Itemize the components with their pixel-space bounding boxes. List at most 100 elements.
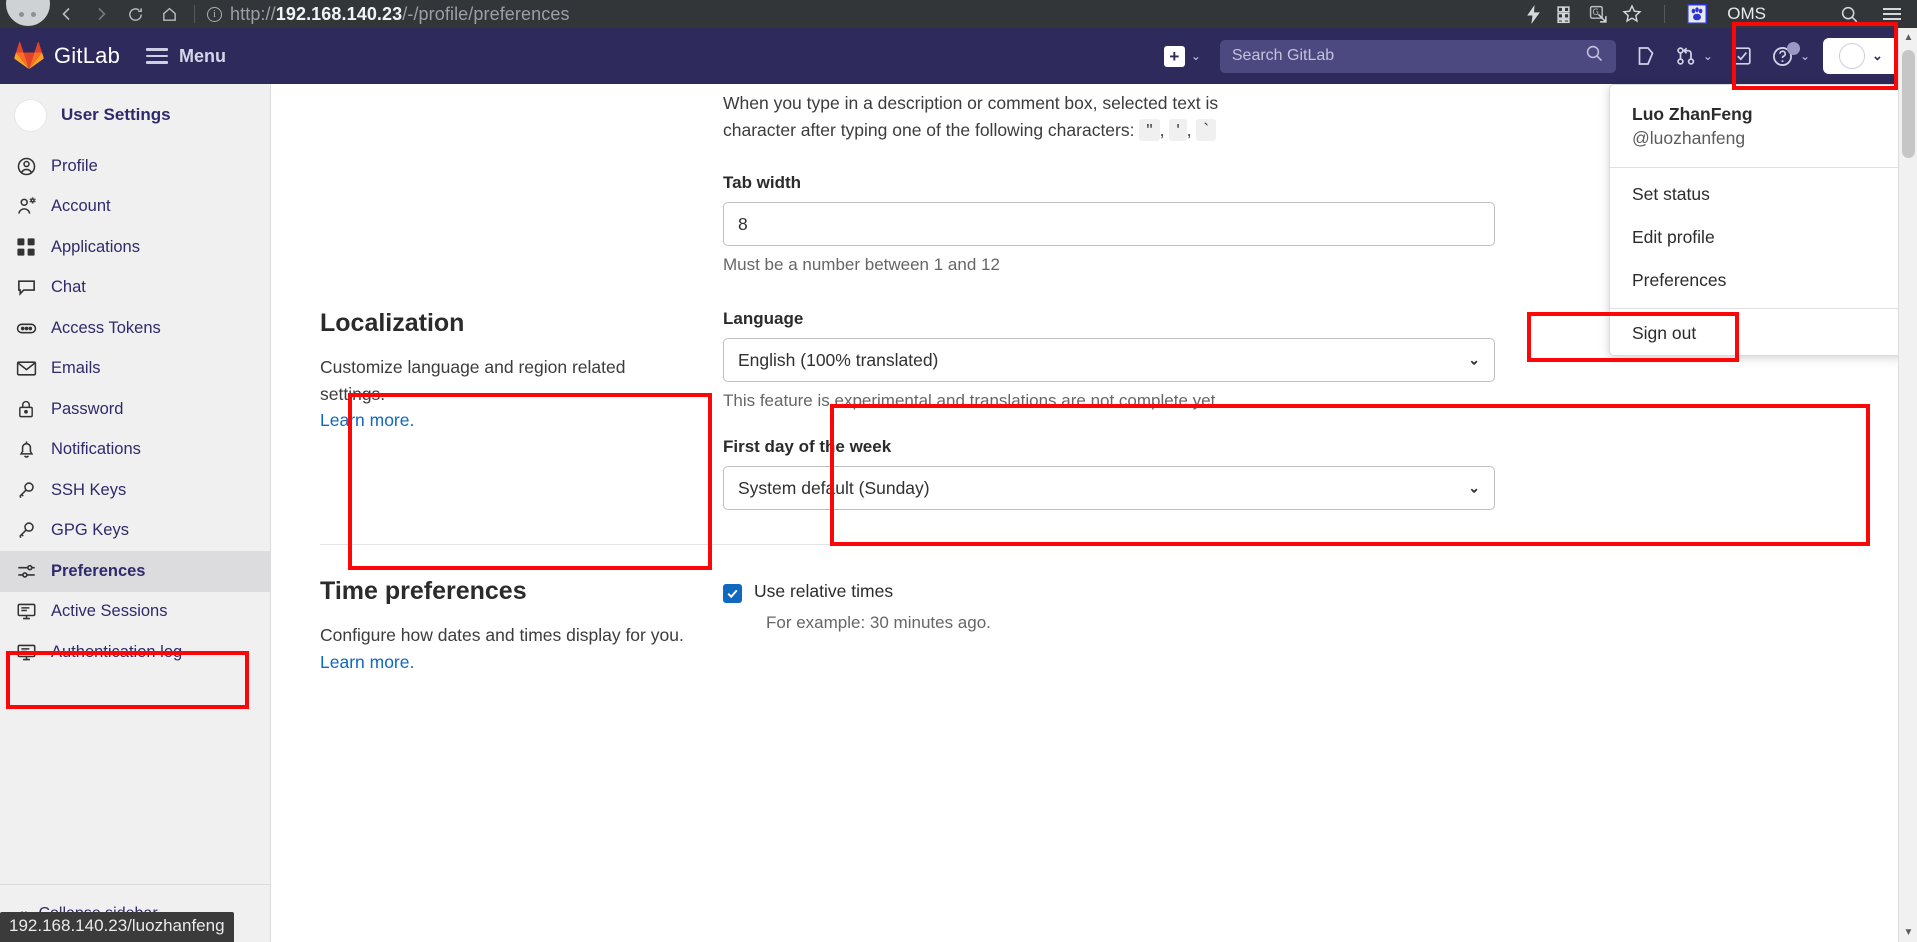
site-info-icon[interactable]: i bbox=[207, 6, 222, 22]
language-value: English (100% translated) bbox=[738, 349, 939, 370]
chat-bubble-icon bbox=[16, 277, 42, 298]
grid-apps-icon[interactable] bbox=[1556, 5, 1575, 24]
chrome-menu-icon[interactable] bbox=[1883, 8, 1901, 20]
lock-icon bbox=[16, 399, 42, 419]
relative-times-label: Use relative times bbox=[754, 581, 894, 602]
dropdown-item-sign-out[interactable]: Sign out bbox=[1610, 309, 1904, 355]
char-chip-backtick: ` bbox=[1196, 118, 1217, 141]
url-text: http://192.168.140.23/-/profile/preferen… bbox=[230, 3, 570, 24]
sidebar-item-label: Preferences bbox=[51, 561, 146, 580]
scroll-down-arrow-icon[interactable]: ▼ bbox=[1899, 923, 1917, 942]
sidebar-item-active-sessions[interactable]: Active Sessions bbox=[0, 592, 270, 633]
language-label: Language bbox=[723, 309, 804, 329]
sidebar-title: User Settings bbox=[61, 105, 171, 124]
char-chip-quote: " bbox=[1139, 118, 1160, 141]
back-arrow-icon[interactable] bbox=[50, 0, 84, 28]
sidebar-item-applications[interactable]: Applications bbox=[0, 227, 270, 268]
issues-icon bbox=[1638, 47, 1654, 65]
behavior-description: When you type in a description or commen… bbox=[723, 93, 1219, 141]
reload-icon[interactable] bbox=[118, 0, 152, 28]
sidebar-item-authentication-log[interactable]: Authentication log bbox=[0, 632, 270, 673]
dropdown-item-preferences[interactable]: Preferences bbox=[1610, 259, 1904, 302]
relative-times-checkbox[interactable] bbox=[723, 584, 742, 604]
sidebar-item-label: Emails bbox=[51, 359, 101, 378]
time-preferences-learn-more-link[interactable]: Learn more. bbox=[320, 652, 414, 672]
bookmark-star-icon[interactable] bbox=[1622, 4, 1642, 24]
search-placeholder: Search GitLab bbox=[1231, 47, 1335, 64]
sidebar-item-label: Password bbox=[51, 399, 124, 418]
envelope-icon bbox=[16, 358, 42, 379]
sidebar-item-account[interactable]: Account bbox=[0, 187, 270, 228]
sidebar-item-ssh-keys[interactable]: SSH Keys bbox=[0, 470, 270, 511]
localization-learn-more-link[interactable]: Learn more. bbox=[320, 410, 414, 430]
char-chip-apostrophe: ' bbox=[1169, 118, 1187, 141]
address-bar[interactable]: i http://192.168.140.23/-/profile/prefer… bbox=[203, 0, 1525, 28]
first-day-select[interactable]: System default (Sunday) ⌄ bbox=[723, 466, 1495, 511]
tab-width-help: Must be a number between 1 and 12 bbox=[723, 255, 1000, 275]
sidebar-item-password[interactable]: Password bbox=[0, 389, 270, 430]
issues-button[interactable] bbox=[1626, 28, 1666, 84]
user-dropdown-menu: Luo ZhanFeng @luozhanfeng Set status Edi… bbox=[1609, 84, 1905, 356]
browser-profile-avatar[interactable] bbox=[6, 0, 50, 26]
chevron-down-icon: ⌄ bbox=[1872, 48, 1883, 63]
dropdown-user-name: Luo ZhanFeng bbox=[1632, 104, 1753, 124]
gitlab-logo-link[interactable]: GitLab bbox=[14, 42, 120, 70]
bookmark-label[interactable]: OMS bbox=[1727, 4, 1766, 24]
language-select[interactable]: English (100% translated) ⌄ bbox=[723, 338, 1495, 383]
avatar bbox=[1839, 43, 1866, 69]
key-icon bbox=[16, 520, 42, 541]
status-bar-tooltip: 192.168.140.23/luozhanfeng bbox=[0, 912, 234, 942]
monitor-log-icon bbox=[16, 642, 42, 663]
dropdown-item-set-status[interactable]: Set status bbox=[1610, 168, 1904, 216]
search-icon bbox=[1585, 44, 1604, 68]
lightning-bolt-icon[interactable] bbox=[1525, 4, 1542, 24]
sidebar-header: User Settings bbox=[0, 84, 270, 146]
sidebar-item-emails[interactable]: Emails bbox=[0, 349, 270, 390]
scrollbar-thumb[interactable] bbox=[1902, 50, 1915, 158]
sidebar-item-preferences[interactable]: Preferences bbox=[0, 551, 270, 592]
user-menu-button[interactable]: ⌄ bbox=[1823, 38, 1899, 74]
bookmark-paw-icon[interactable] bbox=[1687, 4, 1708, 24]
help-button[interactable]: ⌄ bbox=[1762, 28, 1819, 84]
tab-width-input[interactable]: 8 bbox=[723, 202, 1495, 247]
chevron-down-icon: ⌄ bbox=[1468, 351, 1480, 368]
user-circle-icon bbox=[16, 156, 42, 177]
scroll-up-arrow-icon[interactable]: ▲ bbox=[1899, 28, 1917, 47]
todos-button[interactable] bbox=[1722, 28, 1762, 84]
chrome-divider-2 bbox=[1664, 5, 1666, 23]
home-icon[interactable] bbox=[152, 0, 186, 28]
translate-icon[interactable]: G bbox=[1589, 5, 1608, 24]
sidebar-item-profile[interactable]: Profile bbox=[0, 146, 270, 187]
forward-arrow-icon[interactable] bbox=[84, 0, 118, 28]
sidebar-item-label: Chat bbox=[51, 278, 86, 297]
user-settings-sidebar: User Settings Profile Account Applicatio… bbox=[0, 84, 271, 942]
page-scrollbar[interactable]: ▲ ▼ bbox=[1898, 28, 1917, 942]
monitor-icon bbox=[16, 601, 42, 622]
chevron-down-icon: ⌄ bbox=[1799, 49, 1810, 63]
relative-times-row[interactable]: Use relative times bbox=[723, 581, 1495, 604]
sidebar-item-access-tokens[interactable]: Access Tokens bbox=[0, 308, 270, 349]
search-input[interactable]: Search GitLab bbox=[1219, 39, 1616, 73]
chevron-down-icon: ⌄ bbox=[1702, 49, 1713, 63]
sidebar-item-label: Access Tokens bbox=[51, 318, 161, 337]
user-gear-icon bbox=[16, 196, 42, 217]
create-new-button[interactable]: + ⌄ bbox=[1155, 28, 1210, 84]
chrome-toolbar-icons: G OMS bbox=[1525, 4, 1917, 24]
chrome-search-icon[interactable] bbox=[1840, 5, 1859, 24]
first-day-label: First day of the week bbox=[723, 437, 892, 457]
key-icon bbox=[16, 480, 42, 501]
navbar-right-actions: + ⌄ Search GitLab ⌄ ⌄ ⌄ bbox=[1155, 28, 1917, 84]
localization-left: Localization Customize language and regi… bbox=[320, 309, 723, 510]
main-menu-button[interactable]: Menu bbox=[146, 46, 226, 67]
sidebar-item-label: Applications bbox=[51, 237, 140, 256]
sidebar-item-gpg-keys[interactable]: GPG Keys bbox=[0, 511, 270, 552]
sidebar-item-chat[interactable]: Chat bbox=[0, 268, 270, 309]
dropdown-item-edit-profile[interactable]: Edit profile bbox=[1610, 216, 1904, 259]
sidebar-item-notifications[interactable]: Notifications bbox=[0, 430, 270, 471]
main-menu-label: Menu bbox=[179, 45, 227, 66]
hamburger-icon bbox=[146, 48, 169, 64]
chrome-divider bbox=[194, 5, 195, 23]
bell-icon bbox=[16, 439, 42, 460]
merge-requests-button[interactable]: ⌄ bbox=[1666, 28, 1722, 84]
grid-apps-icon bbox=[16, 237, 42, 257]
